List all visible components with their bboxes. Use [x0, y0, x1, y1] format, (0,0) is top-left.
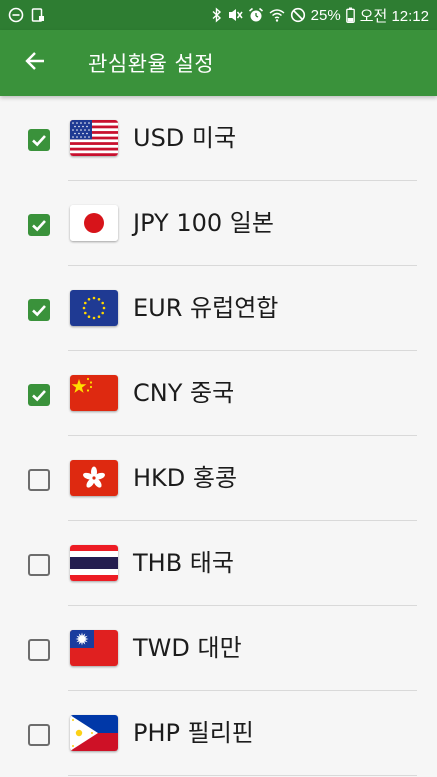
currency-label: USD 미국	[133, 124, 237, 152]
japan-flag-icon	[70, 205, 118, 241]
thailand-flag-icon	[70, 545, 118, 581]
currency-item-cny[interactable]: CNY 중국	[0, 351, 437, 436]
hongkong-flag-icon	[70, 460, 118, 496]
checkbox-jpy[interactable]	[28, 214, 50, 236]
currency-item-jpy[interactable]: JPY 100 일본	[0, 181, 437, 266]
currency-item-thb[interactable]: THB 태국	[0, 521, 437, 606]
checkbox-php[interactable]	[28, 724, 50, 746]
currency-label: PHP 필리핀	[133, 719, 254, 747]
alarm-icon	[248, 7, 264, 23]
check-icon	[32, 135, 46, 147]
blocked-icon	[290, 7, 306, 23]
taiwan-flag-icon	[70, 630, 118, 666]
currency-label: TWD 대만	[133, 634, 242, 662]
screenshot-notification-icon	[30, 7, 46, 23]
philippines-flag-icon	[70, 715, 118, 751]
checkbox-thb[interactable]	[28, 554, 50, 576]
currency-label: HKD 홍콩	[133, 464, 238, 492]
wifi-icon	[269, 7, 285, 23]
status-right: 25% 오전 12:12	[212, 5, 429, 26]
status-bar: 25% 오전 12:12	[0, 0, 437, 30]
do-not-disturb-icon	[8, 7, 24, 23]
currency-item-usd[interactable]: USD 미국	[0, 96, 437, 181]
back-button[interactable]	[0, 30, 70, 96]
currency-label: CNY 중국	[133, 379, 235, 407]
checkbox-usd[interactable]	[28, 129, 50, 151]
battery-percentage: 25%	[310, 6, 341, 24]
us-flag-icon	[70, 120, 118, 156]
currency-list: USD 미국 JPY 100 일본 EUR 유럽연합 CNY 중국 HKD 홍콩…	[0, 96, 437, 776]
checkbox-twd[interactable]	[28, 639, 50, 661]
arrow-left-icon	[24, 50, 46, 76]
currency-item-php[interactable]: PHP 필리핀	[0, 691, 437, 776]
currency-label: JPY 100 일본	[133, 209, 274, 237]
divider	[68, 775, 417, 776]
status-clock: 오전 12:12	[359, 7, 429, 25]
china-flag-icon	[70, 375, 118, 411]
vibrate-mute-icon	[227, 7, 243, 23]
bluetooth-icon	[212, 7, 222, 23]
currency-item-eur[interactable]: EUR 유럽연합	[0, 266, 437, 351]
currency-item-twd[interactable]: TWD 대만	[0, 606, 437, 691]
page-title: 관심환율 설정	[88, 52, 215, 76]
status-left	[8, 7, 46, 23]
checkbox-eur[interactable]	[28, 299, 50, 321]
checkbox-cny[interactable]	[28, 384, 50, 406]
check-icon	[32, 390, 46, 402]
check-icon	[32, 220, 46, 232]
checkbox-hkd[interactable]	[28, 469, 50, 491]
check-icon	[32, 305, 46, 317]
battery-icon	[345, 7, 355, 23]
currency-label: EUR 유럽연합	[133, 294, 279, 322]
currency-label: THB 태국	[133, 549, 234, 577]
app-bar: 관심환율 설정	[0, 30, 437, 96]
eu-flag-icon	[70, 290, 118, 326]
currency-item-hkd[interactable]: HKD 홍콩	[0, 436, 437, 521]
